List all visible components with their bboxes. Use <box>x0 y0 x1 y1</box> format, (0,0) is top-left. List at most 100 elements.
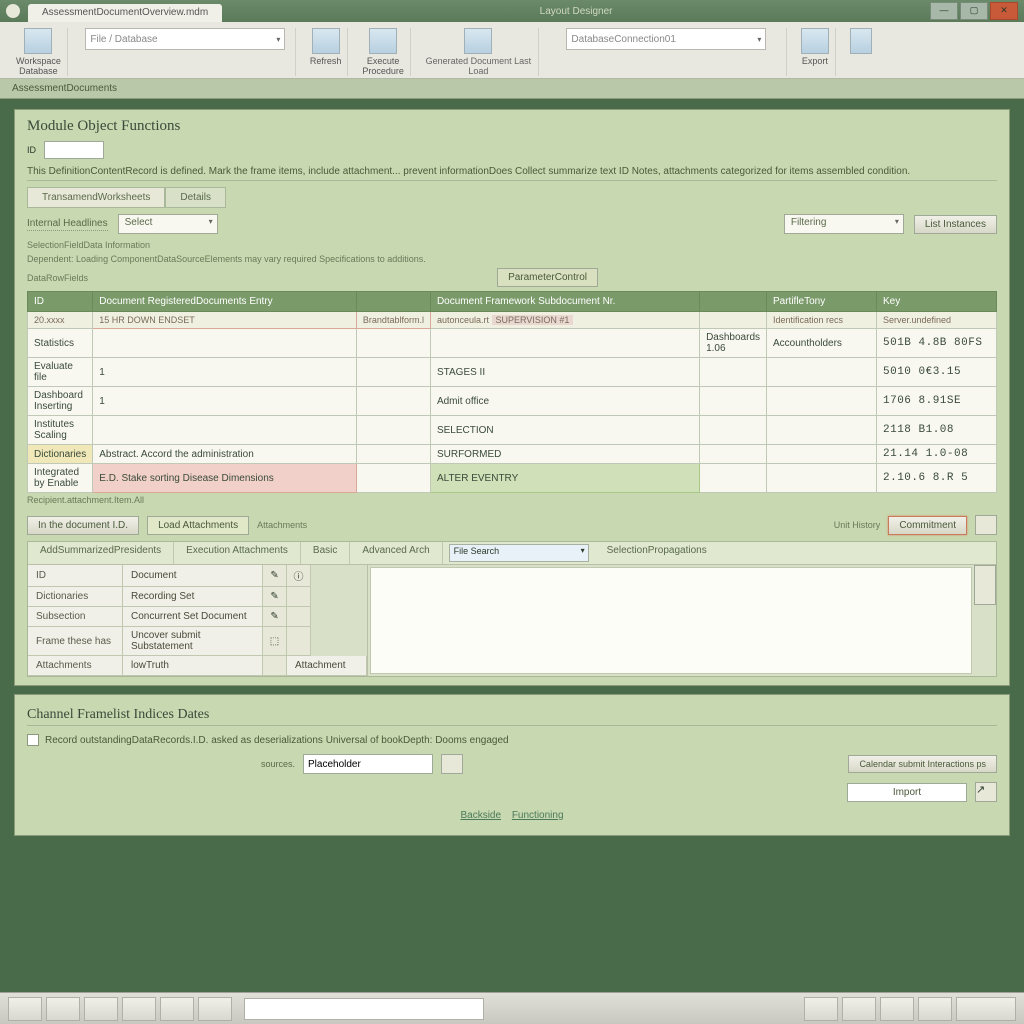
prop-info-icon[interactable]: ⓘ <box>287 565 311 587</box>
ribbon: Workspace Database File / Database▾ Refr… <box>0 22 1024 79</box>
subpanel-tabs: AddSummarizedPresidents Execution Attach… <box>28 542 996 565</box>
tray-icon-4[interactable] <box>918 997 952 1021</box>
data-table: ID Document RegisteredDocuments Entry Do… <box>27 291 997 493</box>
document-id-button[interactable]: In the document I.D. <box>27 516 139 535</box>
subtab-basic[interactable]: Basic <box>301 542 350 564</box>
list-instances-button[interactable]: List Instances <box>914 215 997 234</box>
id-input[interactable] <box>44 141 104 159</box>
col-framework[interactable]: Document Framework Subdocument Nr. <box>430 292 699 312</box>
ribbon-group-execute: Execute Procedure <box>356 28 411 76</box>
tab-details[interactable]: Details <box>165 187 226 208</box>
chevron-down-icon: ▾ <box>757 35 761 44</box>
subtab-advanced[interactable]: Advanced Arch <box>350 542 442 564</box>
content-area[interactable] <box>370 567 972 674</box>
tray-clock[interactable] <box>956 997 1016 1021</box>
titlebar-center: Layout Designer <box>222 6 930 17</box>
taskbar-app-3[interactable] <box>84 997 118 1021</box>
bottom-panel: Channel Framelist Indices Dates Record o… <box>14 694 1010 836</box>
table-row[interactable]: Integrated by EnableE.D. Stake sorting D… <box>28 464 997 493</box>
prop-edit-icon[interactable]: ✎ <box>263 565 287 587</box>
taskbar-app-4[interactable] <box>122 997 156 1021</box>
filter-select[interactable]: Select <box>118 214 218 234</box>
record-checkbox[interactable] <box>27 734 39 746</box>
breadcrumb: AssessmentDocuments <box>0 79 1024 99</box>
tray-icon-3[interactable] <box>880 997 914 1021</box>
datarowfields-label: DataRowFields <box>27 273 88 283</box>
col-blank2[interactable] <box>700 292 767 312</box>
taskbar-app-6[interactable] <box>198 997 232 1021</box>
prop-id-val[interactable]: Document <box>123 565 263 587</box>
table-header-row: ID Document RegisteredDocuments Entry Do… <box>28 292 997 312</box>
close-button[interactable]: ✕ <box>990 2 1018 20</box>
import-button[interactable]: Import <box>847 783 967 802</box>
table-footer-note: Recipient.attachment.Item.All <box>27 495 997 505</box>
minimize-button[interactable]: — <box>930 2 958 20</box>
document-tab[interactable]: AssessmentDocumentOverview.mdm <box>28 4 222 22</box>
ribbon-group-generated: Generated Document Last Load <box>419 28 539 76</box>
ribbon-group-connection: DatabaseConnection01▾ <box>547 28 787 76</box>
export-label: Export <box>802 56 828 66</box>
taskbar-search[interactable] <box>244 998 484 1020</box>
execute-icon[interactable] <box>369 28 397 54</box>
taskbar-app-2[interactable] <box>46 997 80 1021</box>
maximize-button[interactable]: ▢ <box>960 2 988 20</box>
workspace-label: Workspace <box>16 56 61 66</box>
execute-label: Execute <box>367 56 400 66</box>
forward-link[interactable]: Functioning <box>512 810 564 821</box>
ribbon-group-more <box>844 28 878 76</box>
titlebar: AssessmentDocumentOverview.mdm Layout De… <box>0 0 1024 22</box>
scrollbar-up[interactable] <box>974 565 996 605</box>
col-key[interactable]: Key <box>877 292 997 312</box>
col-blank1[interactable] <box>356 292 430 312</box>
sources-input[interactable] <box>303 754 433 774</box>
ribbon-group-file: File / Database▾ <box>76 28 296 76</box>
commitment-button[interactable]: Commitment <box>888 516 967 535</box>
refresh-icon[interactable] <box>312 28 340 54</box>
record-checkbox-row: Record outstandingDataRecords.I.D. asked… <box>27 734 997 746</box>
description-text: This DefinitionContentRecord is defined.… <box>27 163 997 181</box>
load-attachments-button[interactable]: Load Attachments <box>147 516 249 535</box>
taskbar-app-5[interactable] <box>160 997 194 1021</box>
action-row: In the document I.D. Load Attachments At… <box>27 515 997 535</box>
attachments-label: Attachments <box>257 520 307 530</box>
subtab-execution[interactable]: Execution Attachments <box>174 542 301 564</box>
refresh-label: Refresh <box>310 56 342 66</box>
table-row[interactable]: DictionariesAbstract. Accord the adminis… <box>28 445 997 464</box>
settings-icon[interactable] <box>850 28 872 54</box>
table-row[interactable]: Institutes ScalingSELECTION2118 B1.08 <box>28 416 997 445</box>
tray-icon-1[interactable] <box>804 997 838 1021</box>
calendar-button[interactable]: Calendar submit Interactions ps <box>848 755 997 773</box>
ribbon-group-export: Export <box>795 28 836 76</box>
table-row[interactable]: Dashboard Inserting1Admit office1706 8.9… <box>28 387 997 416</box>
filtering-dropdown[interactable]: Filtering <box>784 214 904 234</box>
tab-worksheets[interactable]: TransamendWorksheets <box>27 187 165 208</box>
export-icon[interactable] <box>801 28 829 54</box>
bottom-title: Channel Framelist Indices Dates <box>27 707 997 726</box>
back-link[interactable]: Backside <box>460 810 501 821</box>
subtab-presidents[interactable]: AddSummarizedPresidents <box>28 542 174 564</box>
col-document[interactable]: Document RegisteredDocuments Entry <box>93 292 357 312</box>
file-search-dropdown[interactable]: File Search <box>449 544 589 562</box>
taskbar-app-1[interactable] <box>8 997 42 1021</box>
sources-browse-icon[interactable] <box>441 754 463 774</box>
tray-icon-2[interactable] <box>842 997 876 1021</box>
filter-label: Internal Headlines <box>27 218 108 231</box>
prop-id-key: ID <box>28 565 123 587</box>
table-row[interactable]: Evaluate file1STAGES II5010 0€3.15 <box>28 358 997 387</box>
col-id[interactable]: ID <box>28 292 93 312</box>
workspace-icon[interactable] <box>24 28 52 54</box>
sources-label: sources. <box>235 759 295 769</box>
action-extra-icon[interactable] <box>975 515 997 535</box>
col-partifle[interactable]: PartifleTony <box>767 292 877 312</box>
document-icon[interactable] <box>464 28 492 54</box>
file-database-combo[interactable]: File / Database▾ <box>85 28 285 50</box>
footer-links: Backside Functioning <box>27 810 997 821</box>
ribbon-group-refresh: Refresh <box>304 28 349 76</box>
ribbon-group-workspace: Workspace Database <box>10 28 68 76</box>
import-extra-icon[interactable]: ↗ <box>975 782 997 802</box>
properties-table: IDDocument✎ⓘ DictionariesRecording Set✎ … <box>28 565 996 676</box>
chevron-down-icon: ▾ <box>276 35 280 44</box>
parameter-control-button[interactable]: ParameterControl <box>497 268 598 287</box>
table-row[interactable]: StatisticsDashboards 1.06Accountholders5… <box>28 329 997 358</box>
connection-combo[interactable]: DatabaseConnection01▾ <box>566 28 766 50</box>
